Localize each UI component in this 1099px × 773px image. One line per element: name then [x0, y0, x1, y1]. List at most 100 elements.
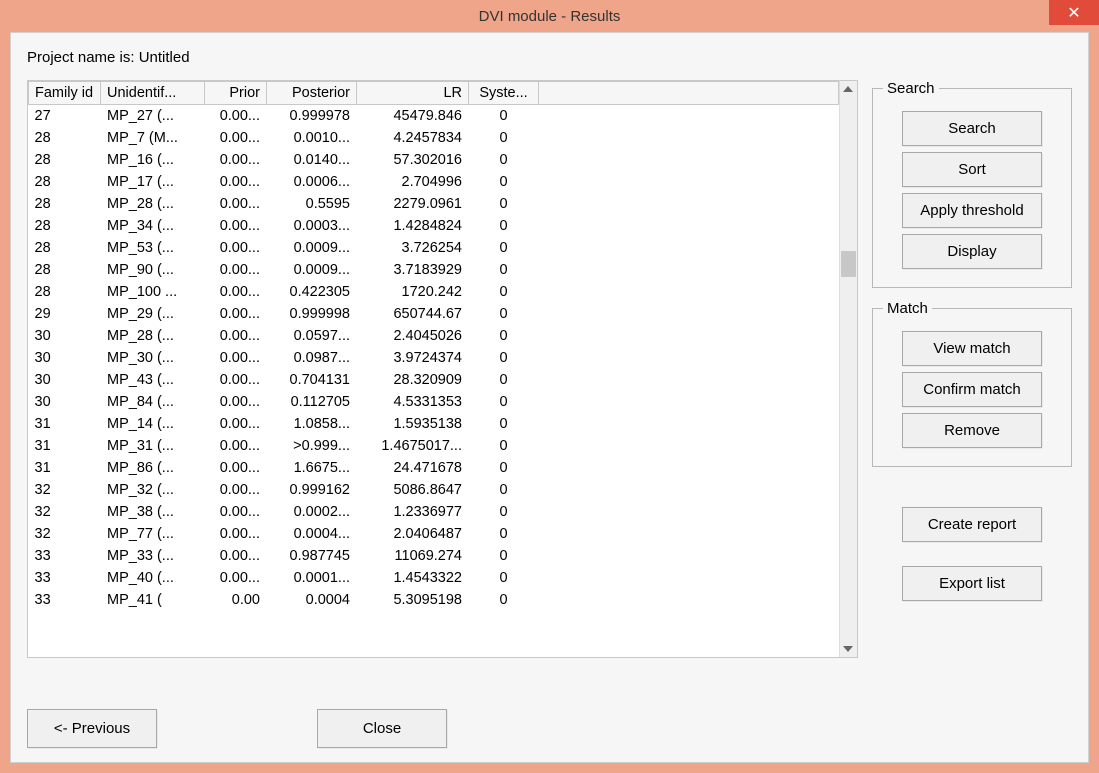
cell-family-id: 30: [29, 347, 101, 369]
cell-unidentified: MP_86 (...: [101, 457, 205, 479]
cell-lr: 4.2457834: [357, 127, 469, 149]
create-report-button[interactable]: Create report: [902, 507, 1042, 542]
table-row[interactable]: 28MP_28 (...0.00...0.55952279.09610: [29, 193, 839, 215]
cell-posterior: 0.0003...: [267, 215, 357, 237]
scrollbar-thumb[interactable]: [841, 251, 856, 277]
apply-threshold-button[interactable]: Apply threshold: [902, 193, 1042, 228]
cell-posterior: 0.0002...: [267, 501, 357, 523]
cell-posterior: 0.704131: [267, 369, 357, 391]
cell-lr: 1720.242: [357, 281, 469, 303]
cell-empty: [539, 369, 839, 391]
display-button[interactable]: Display: [902, 234, 1042, 269]
search-button[interactable]: Search: [902, 111, 1042, 146]
export-list-button[interactable]: Export list: [902, 566, 1042, 601]
sort-button[interactable]: Sort: [902, 152, 1042, 187]
cell-unidentified: MP_33 (...: [101, 545, 205, 567]
cell-posterior: 1.0858...: [267, 413, 357, 435]
cell-unidentified: MP_16 (...: [101, 149, 205, 171]
cell-prior: 0.00...: [205, 105, 267, 127]
cell-family-id: 30: [29, 391, 101, 413]
cell-unidentified: MP_38 (...: [101, 501, 205, 523]
table-row[interactable]: 28MP_7 (M...0.00...0.0010...4.24578340: [29, 127, 839, 149]
col-family-id[interactable]: Family id: [29, 82, 101, 105]
cell-posterior: 0.0009...: [267, 237, 357, 259]
remove-button[interactable]: Remove: [902, 413, 1042, 448]
results-table[interactable]: Family id Unidentif... Prior Posterior L…: [28, 81, 839, 611]
confirm-match-button[interactable]: Confirm match: [902, 372, 1042, 407]
cell-family-id: 28: [29, 193, 101, 215]
cell-family-id: 28: [29, 127, 101, 149]
cell-unidentified: MP_29 (...: [101, 303, 205, 325]
table-row[interactable]: 33MP_33 (...0.00...0.98774511069.2740: [29, 545, 839, 567]
cell-unidentified: MP_28 (...: [101, 193, 205, 215]
cell-prior: 0.00: [205, 589, 267, 611]
cell-family-id: 33: [29, 567, 101, 589]
table-row[interactable]: 32MP_38 (...0.00...0.0002...1.23369770: [29, 501, 839, 523]
cell-family-id: 31: [29, 435, 101, 457]
table-row[interactable]: 28MP_90 (...0.00...0.0009...3.71839290: [29, 259, 839, 281]
scroll-up-icon[interactable]: [843, 86, 853, 92]
vertical-scrollbar[interactable]: [839, 81, 857, 657]
cell-posterior: 0.0140...: [267, 149, 357, 171]
table-row[interactable]: 28MP_100 ...0.00...0.4223051720.2420: [29, 281, 839, 303]
view-match-button[interactable]: View match: [902, 331, 1042, 366]
table-row[interactable]: 32MP_32 (...0.00...0.9991625086.86470: [29, 479, 839, 501]
col-posterior[interactable]: Posterior: [267, 82, 357, 105]
table-row[interactable]: 28MP_16 (...0.00...0.0140...57.3020160: [29, 149, 839, 171]
cell-unidentified: MP_31 (...: [101, 435, 205, 457]
cell-unidentified: MP_7 (M...: [101, 127, 205, 149]
table-row[interactable]: 31MP_86 (...0.00...1.6675...24.4716780: [29, 457, 839, 479]
col-system[interactable]: Syste...: [469, 82, 539, 105]
table-row[interactable]: 32MP_77 (...0.00...0.0004...2.04064870: [29, 523, 839, 545]
table-row[interactable]: 30MP_28 (...0.00...0.0597...2.40450260: [29, 325, 839, 347]
table-row[interactable]: 28MP_17 (...0.00...0.0006...2.7049960: [29, 171, 839, 193]
window-body: Project name is: Untitled Family id Unid…: [10, 32, 1089, 763]
cell-family-id: 28: [29, 215, 101, 237]
table-row[interactable]: 27MP_27 (...0.00...0.99997845479.8460: [29, 105, 839, 127]
cell-system: 0: [469, 435, 539, 457]
col-prior[interactable]: Prior: [205, 82, 267, 105]
cell-empty: [539, 215, 839, 237]
cell-family-id: 32: [29, 523, 101, 545]
cell-family-id: 32: [29, 479, 101, 501]
match-legend: Match: [883, 300, 932, 317]
cell-prior: 0.00...: [205, 501, 267, 523]
table-row[interactable]: 33MP_40 (...0.00...0.0001...1.45433220: [29, 567, 839, 589]
search-group: Search Search Sort Apply threshold Displ…: [872, 80, 1072, 288]
cell-family-id: 28: [29, 171, 101, 193]
cell-lr: 1.4543322: [357, 567, 469, 589]
cell-prior: 0.00...: [205, 479, 267, 501]
cell-system: 0: [469, 281, 539, 303]
cell-unidentified: MP_17 (...: [101, 171, 205, 193]
cell-prior: 0.00...: [205, 171, 267, 193]
table-row[interactable]: 29MP_29 (...0.00...0.999998650744.670: [29, 303, 839, 325]
cell-lr: 3.726254: [357, 237, 469, 259]
table-row[interactable]: 33MP_41 (0.000.00045.30951980: [29, 589, 839, 611]
table-row[interactable]: 30MP_43 (...0.00...0.70413128.3209090: [29, 369, 839, 391]
table-row[interactable]: 28MP_34 (...0.00...0.0003...1.42848240: [29, 215, 839, 237]
col-lr[interactable]: LR: [357, 82, 469, 105]
cell-posterior: 0.0987...: [267, 347, 357, 369]
table-row[interactable]: 28MP_53 (...0.00...0.0009...3.7262540: [29, 237, 839, 259]
cell-prior: 0.00...: [205, 391, 267, 413]
cell-prior: 0.00...: [205, 413, 267, 435]
close-button[interactable]: Close: [317, 709, 447, 748]
cell-empty: [539, 347, 839, 369]
table-row[interactable]: 30MP_84 (...0.00...0.1127054.53313530: [29, 391, 839, 413]
cell-prior: 0.00...: [205, 545, 267, 567]
scroll-down-icon[interactable]: [843, 646, 853, 652]
previous-button[interactable]: <- Previous: [27, 709, 157, 748]
cell-system: 0: [469, 193, 539, 215]
cell-system: 0: [469, 259, 539, 281]
table-row[interactable]: 31MP_31 (...0.00...>0.999...1.4675017...…: [29, 435, 839, 457]
cell-posterior: 0.987745: [267, 545, 357, 567]
cell-system: 0: [469, 479, 539, 501]
cell-lr: 2.0406487: [357, 523, 469, 545]
table-row[interactable]: 30MP_30 (...0.00...0.0987...3.97243740: [29, 347, 839, 369]
col-unidentified[interactable]: Unidentif...: [101, 82, 205, 105]
search-legend: Search: [883, 80, 939, 97]
window-close-button[interactable]: ✕: [1049, 0, 1099, 25]
table-row[interactable]: 31MP_14 (...0.00...1.0858...1.59351380: [29, 413, 839, 435]
cell-empty: [539, 281, 839, 303]
cell-posterior: 0.999162: [267, 479, 357, 501]
